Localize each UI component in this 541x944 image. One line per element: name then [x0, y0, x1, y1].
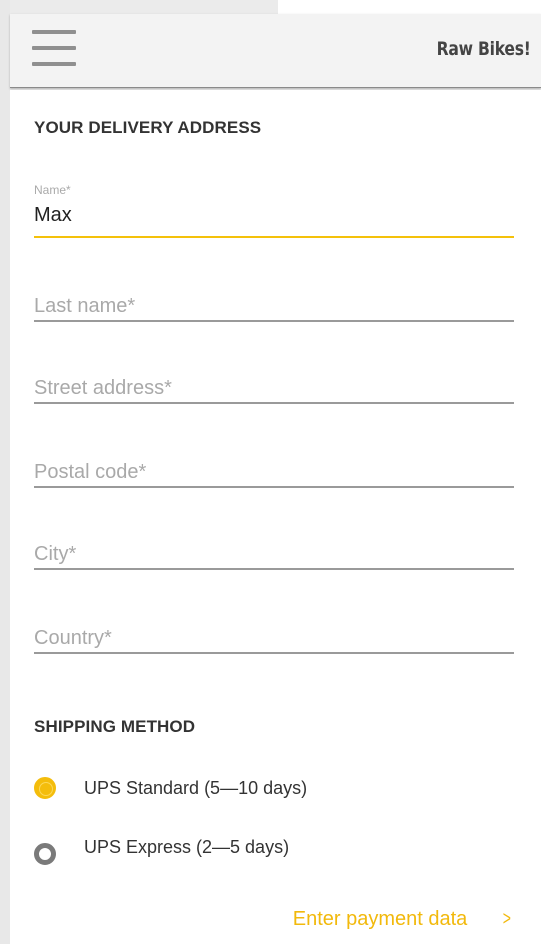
hamburger-line [32, 30, 76, 34]
street-address-input[interactable] [34, 374, 514, 402]
delivery-address-heading: YOUR DELIVERY ADDRESS [34, 118, 262, 137]
radio-unselected-icon[interactable] [34, 843, 56, 865]
city-underline [34, 568, 514, 570]
city-field [34, 536, 514, 572]
country-field [34, 620, 514, 656]
background-strip [0, 0, 10, 944]
postal-code-field [34, 454, 514, 490]
chevron-right-icon: > [503, 908, 512, 930]
name-field: Name* [34, 183, 514, 241]
shipping-option-express[interactable]: UPS Express (2—5 days) [34, 832, 290, 865]
name-field-label: Name* [34, 183, 71, 197]
country-underline [34, 652, 514, 654]
postal-code-underline [34, 486, 514, 488]
radio-selected-icon[interactable] [34, 777, 56, 799]
postal-code-input[interactable] [34, 458, 514, 486]
shipping-option-label: UPS Standard (5—10 days) [84, 777, 308, 798]
hamburger-menu-icon[interactable] [32, 28, 76, 68]
shipping-method-heading: SHIPPING METHOD [34, 717, 196, 736]
street-address-underline [34, 402, 514, 404]
hamburger-line [32, 62, 76, 66]
enter-payment-data-button[interactable]: Enter payment data > [293, 908, 513, 931]
enter-payment-data-label: Enter payment data [292, 908, 468, 930]
app-title: Raw Bikes! [437, 38, 531, 60]
last-name-input[interactable] [34, 292, 514, 320]
last-name-field [34, 288, 514, 324]
top-edge [278, 0, 541, 14]
country-input[interactable] [34, 624, 514, 652]
shipping-option-standard[interactable]: UPS Standard (5—10 days) [34, 773, 307, 803]
checkout-form: YOUR DELIVERY ADDRESS Name* SHIPPING MET… [10, 90, 541, 944]
shipping-option-label: UPS Express (2—5 days) [84, 836, 290, 857]
city-input[interactable] [34, 540, 514, 568]
app-bar: Raw Bikes! [10, 14, 541, 88]
hamburger-line [32, 46, 76, 50]
last-name-underline [34, 320, 514, 322]
street-address-field [34, 370, 514, 406]
name-input[interactable] [34, 201, 514, 229]
name-underline [34, 236, 514, 238]
